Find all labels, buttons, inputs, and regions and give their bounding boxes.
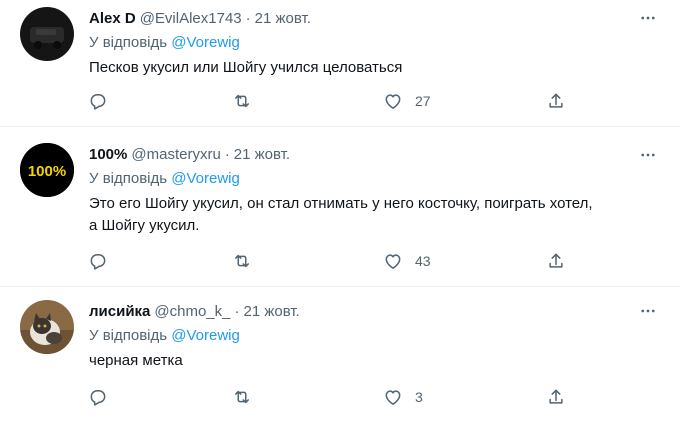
retweet-icon <box>235 390 249 404</box>
more-button[interactable] <box>636 8 660 28</box>
tweet-header: лисийка @chmo_k_ · 21 жовт. <box>89 300 660 322</box>
tweet[interactable]: Alex D @EvilAlex1743 · 21 жовт. У відпов… <box>0 0 680 127</box>
retweet-button[interactable] <box>232 249 252 273</box>
like-button[interactable]: 43 <box>383 249 431 273</box>
share-button[interactable] <box>546 249 566 273</box>
reply-to-link[interactable]: @Vorewig <box>171 327 240 344</box>
share-icon <box>549 389 563 404</box>
tweet-actions: 3 <box>86 385 576 409</box>
reply-context: У відповідь @Vorewig <box>89 33 660 53</box>
tweet-header: 100% @masteryxru · 21 жовт. <box>89 143 660 165</box>
tweet-actions: 27 <box>86 89 576 113</box>
tweet-text: Это его Шойгу укусил, он стал отнимать у… <box>89 193 660 237</box>
reply-context: У відповідь @Vorewig <box>89 169 660 189</box>
avatar[interactable] <box>20 300 74 354</box>
retweet-icon <box>235 94 249 108</box>
share-icon <box>549 253 563 268</box>
avatar[interactable]: 100% <box>20 143 74 197</box>
avatar[interactable] <box>20 7 74 61</box>
reply-prefix: У відповідь <box>89 327 172 344</box>
timestamp[interactable]: 21 жовт. <box>234 146 290 163</box>
author-name[interactable]: Alex D <box>89 10 136 27</box>
more-button[interactable] <box>636 301 660 321</box>
tweet[interactable]: 100% 100% @masteryxru · 21 жовт. У відпо… <box>0 127 680 287</box>
tweet-text: черная метка <box>89 350 660 372</box>
author-name[interactable]: лисийка <box>89 303 150 320</box>
like-icon <box>385 94 401 109</box>
dark-photo-avatar <box>20 7 74 61</box>
share-button[interactable] <box>546 385 566 409</box>
separator-dot: · <box>245 9 251 27</box>
reply-prefix: У відповідь <box>89 170 172 187</box>
reply-to-link[interactable]: @Vorewig <box>171 34 240 51</box>
tweet-text-line: а Шойгу укусил. <box>89 217 200 234</box>
share-button[interactable] <box>546 89 566 113</box>
like-icon <box>385 254 401 269</box>
like-count: 27 <box>415 93 431 109</box>
more-icon <box>641 309 655 313</box>
reply-icon <box>90 390 106 406</box>
retweet-button[interactable] <box>232 385 252 409</box>
tweet-header: Alex D @EvilAlex1743 · 21 жовт. <box>89 7 660 29</box>
reply-button[interactable] <box>88 89 108 113</box>
reply-context: У відповідь @Vorewig <box>89 326 660 346</box>
more-icon <box>641 16 655 20</box>
avatar-label: 100% <box>28 163 66 180</box>
reply-button[interactable] <box>88 385 108 409</box>
tweet-text-line: Песков укусил или Шойгу учился целоватьс… <box>89 59 403 76</box>
reply-button[interactable] <box>88 249 108 273</box>
like-count: 3 <box>415 389 423 405</box>
tweet-text-line: черная метка <box>89 352 183 369</box>
reply-prefix: У відповідь <box>89 34 172 51</box>
timestamp[interactable]: 21 жовт. <box>243 303 299 320</box>
author-handle[interactable]: @masteryxru <box>131 146 220 163</box>
retweet-button[interactable] <box>232 89 252 113</box>
reply-icon <box>90 254 106 270</box>
tweet-text-line: Это его Шойгу укусил, он стал отнимать у… <box>89 195 593 212</box>
like-icon <box>385 390 401 405</box>
like-button[interactable]: 27 <box>383 89 431 113</box>
more-icon <box>641 153 655 157</box>
tweet-text: Песков укусил или Шойгу учился целоватьс… <box>89 57 660 79</box>
author-name[interactable]: 100% <box>89 146 127 163</box>
more-button[interactable] <box>636 145 660 165</box>
percent-logo-avatar: 100% <box>20 143 74 197</box>
reply-to-link[interactable]: @Vorewig <box>171 170 240 187</box>
separator-dot: · <box>234 302 240 320</box>
tweet-actions: 43 <box>86 249 576 273</box>
cat-photo-avatar <box>20 300 74 354</box>
like-count: 43 <box>415 253 431 269</box>
timestamp[interactable]: 21 жовт. <box>255 10 311 27</box>
share-icon <box>549 93 563 108</box>
tweet[interactable]: лисийка @chmo_k_ · 21 жовт. У відповідь … <box>0 287 680 431</box>
retweet-icon <box>235 254 249 268</box>
author-handle[interactable]: @EvilAlex1743 <box>140 10 242 27</box>
like-button[interactable]: 3 <box>383 385 423 409</box>
reply-icon <box>90 94 106 110</box>
author-handle[interactable]: @chmo_k_ <box>154 303 230 320</box>
separator-dot: · <box>224 145 230 163</box>
